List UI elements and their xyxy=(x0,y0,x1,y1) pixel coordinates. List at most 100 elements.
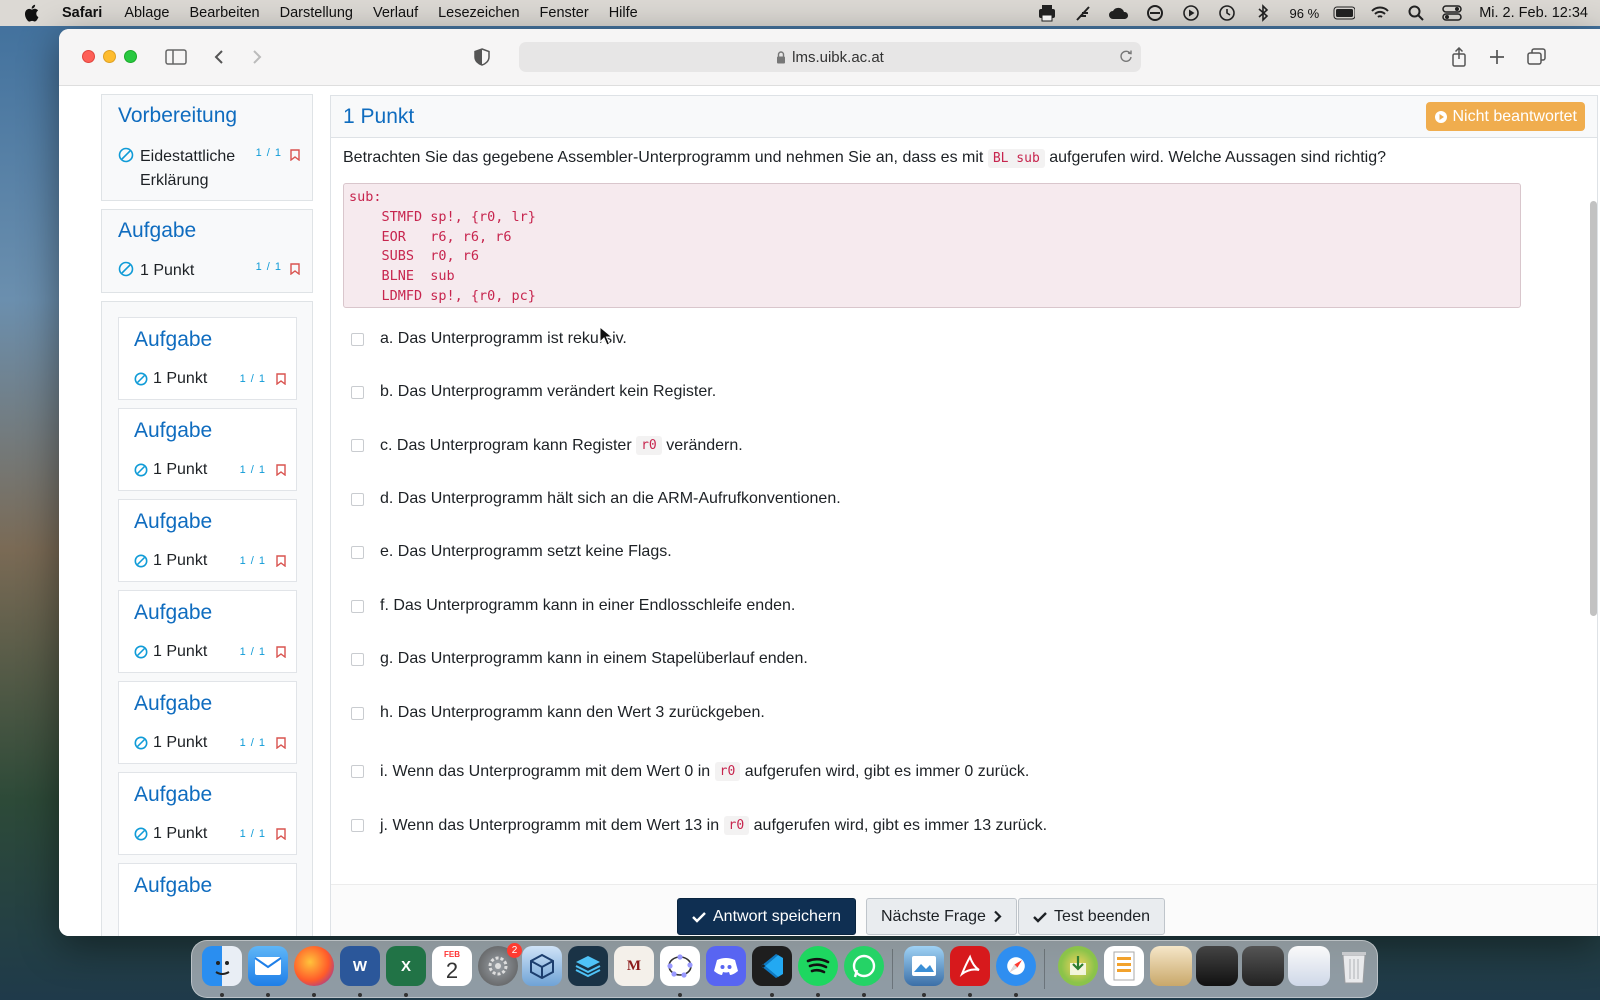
bluetooth-icon[interactable] xyxy=(1252,4,1274,22)
answer-checkbox[interactable] xyxy=(351,652,364,666)
answer-option-g[interactable]: g. Das Unterprogramm kann in einem Stape… xyxy=(351,650,808,668)
new-tab-icon[interactable] xyxy=(1484,45,1510,69)
preview-icon[interactable] xyxy=(904,946,944,986)
sidebar-item-current-question[interactable]: 1 Punkt 1 / 1 xyxy=(118,259,300,283)
question-nav-item[interactable]: Aufgabe 1 Punkt 1 / 1 xyxy=(118,681,297,764)
flag-icon[interactable] xyxy=(290,149,300,161)
menu-hilfe[interactable]: Hilfe xyxy=(609,5,638,21)
window-maximize-button[interactable] xyxy=(124,50,137,63)
window-minimize-button[interactable] xyxy=(103,50,116,63)
virtualbox-icon[interactable] xyxy=(522,946,562,986)
play-status-icon[interactable] xyxy=(1180,4,1202,22)
flag-icon[interactable] xyxy=(276,373,286,385)
answer-option-f[interactable]: f. Das Unterprogramm kann in einer Endlo… xyxy=(351,597,795,615)
menu-lesezeichen[interactable]: Lesezeichen xyxy=(438,5,519,21)
answer-option-b[interactable]: b. Das Unterprogramm verändert kein Regi… xyxy=(351,383,716,401)
answer-checkbox[interactable] xyxy=(351,492,364,506)
whatsapp-icon[interactable] xyxy=(844,946,884,986)
word-icon[interactable]: W xyxy=(340,946,380,986)
finder-icon[interactable] xyxy=(202,946,242,986)
minimized-window-thumbnail[interactable] xyxy=(1150,946,1192,986)
answer-option-i[interactable]: i. Wenn das Unterprogramm mit dem Wert 0… xyxy=(351,762,1029,781)
feather-status-icon[interactable] xyxy=(1072,4,1094,22)
answer-checkbox[interactable] xyxy=(351,599,364,613)
acrobat-icon[interactable] xyxy=(950,946,990,986)
flag-icon[interactable] xyxy=(276,828,286,840)
flag-icon[interactable] xyxy=(290,263,300,275)
vscode-icon[interactable] xyxy=(752,946,792,986)
window-close-button[interactable] xyxy=(82,50,95,63)
menu-clock[interactable]: Mi. 2. Feb. 12:34 xyxy=(1479,5,1588,21)
share-icon[interactable] xyxy=(1446,45,1472,69)
address-bar[interactable]: lms.uibk.ac.at xyxy=(519,42,1141,72)
minimized-window-thumbnail[interactable] xyxy=(1196,946,1238,986)
mail-icon[interactable] xyxy=(248,946,288,986)
answer-option-d[interactable]: d. Das Unterprogramm hält sich an die AR… xyxy=(351,490,841,508)
tab-overview-icon[interactable] xyxy=(1524,45,1550,69)
battery-icon[interactable] xyxy=(1333,4,1356,22)
forward-arrow-icon[interactable] xyxy=(244,45,270,69)
minimized-window-thumbnail[interactable] xyxy=(1242,946,1284,986)
question-nav-item[interactable]: Aufgabe xyxy=(118,863,297,936)
spotlight-search-icon[interactable] xyxy=(1405,4,1427,22)
answer-option-j[interactable]: j. Wenn das Unterprogramm mit dem Wert 1… xyxy=(351,816,1047,835)
question-nav-item[interactable]: Aufgabe 1 Punkt 1 / 1 xyxy=(118,772,297,855)
question-nav-item[interactable]: Aufgabe 1 Punkt 1 / 1 xyxy=(118,590,297,673)
finish-test-button[interactable]: Test beenden xyxy=(1018,898,1166,935)
excel-icon[interactable]: X xyxy=(386,946,426,986)
reload-icon[interactable] xyxy=(1119,49,1133,67)
menu-ablage[interactable]: Ablage xyxy=(124,5,169,21)
calendar-icon[interactable]: FEB 2 xyxy=(432,946,472,986)
sync-status-icon[interactable] xyxy=(1144,4,1166,22)
sidebar-item-declaration[interactable]: Eidestattliche Erklärung 1 / 1 xyxy=(118,145,300,193)
answer-checkbox[interactable] xyxy=(351,819,364,832)
question-nav-item[interactable]: Aufgabe 1 Punkt 1 / 1 xyxy=(118,317,297,400)
layers-app-icon[interactable] xyxy=(568,946,608,986)
document-stack-icon[interactable] xyxy=(1104,946,1144,986)
flag-icon[interactable] xyxy=(276,646,286,658)
control-center-icon[interactable] xyxy=(1441,4,1463,22)
answer-checkbox[interactable] xyxy=(351,706,364,720)
menu-darstellung[interactable]: Darstellung xyxy=(280,5,353,21)
cloud-icon[interactable] xyxy=(1108,4,1130,22)
downloads-folder-icon[interactable] xyxy=(1058,946,1098,986)
apple-icon[interactable] xyxy=(24,4,40,22)
back-arrow-icon[interactable] xyxy=(206,45,232,69)
maple-icon[interactable]: M xyxy=(614,946,654,986)
page-scrollbar[interactable] xyxy=(1590,201,1597,616)
minimized-window-thumbnail[interactable] xyxy=(1288,946,1330,986)
printer-status-icon[interactable] xyxy=(1036,4,1058,22)
flag-icon[interactable] xyxy=(276,737,286,749)
answer-option-e[interactable]: e. Das Unterprogramm setzt keine Flags. xyxy=(351,543,672,561)
question-nav-item[interactable]: Aufgabe 1 Punkt 1 / 1 xyxy=(118,499,297,582)
spotify-icon[interactable] xyxy=(798,946,838,986)
discord-icon[interactable] xyxy=(706,946,746,986)
answer-option-h[interactable]: h. Das Unterprogramm kann den Wert 3 zur… xyxy=(351,704,765,722)
answer-checkbox[interactable] xyxy=(351,332,364,346)
safari-icon[interactable] xyxy=(996,946,1036,986)
sidebar-section-title[interactable]: Vorbereitung xyxy=(118,104,237,128)
privacy-shield-icon[interactable] xyxy=(469,45,495,69)
next-question-button[interactable]: Nächste Frage xyxy=(866,898,1017,935)
trash-icon[interactable] xyxy=(1334,946,1374,986)
answer-option-c[interactable]: c. Das Unterprogram kann Register r0 ver… xyxy=(351,436,743,455)
wifi-icon[interactable] xyxy=(1369,4,1391,22)
time-machine-icon[interactable] xyxy=(1216,4,1238,22)
menu-bearbeiten[interactable]: Bearbeiten xyxy=(189,5,259,21)
flag-icon[interactable] xyxy=(276,464,286,476)
system-preferences-icon[interactable]: 2 xyxy=(478,943,522,986)
answer-checkbox[interactable] xyxy=(351,545,364,559)
answer-checkbox[interactable] xyxy=(351,765,364,778)
geogebra-icon[interactable] xyxy=(660,946,700,986)
sidebar-toggle-icon[interactable] xyxy=(163,45,189,69)
menu-app-name[interactable]: Safari xyxy=(62,5,102,21)
answer-checkbox[interactable] xyxy=(351,385,364,399)
answer-option-a[interactable]: a. Das Unterprogramm ist rekursiv. xyxy=(351,330,627,348)
sidebar-section-title[interactable]: Aufgabe xyxy=(118,219,196,243)
answer-checkbox[interactable] xyxy=(351,439,364,452)
menu-verlauf[interactable]: Verlauf xyxy=(373,5,418,21)
save-answer-button[interactable]: Antwort speichern xyxy=(677,898,857,935)
flag-icon[interactable] xyxy=(276,555,286,567)
firefox-icon[interactable] xyxy=(294,946,334,986)
question-nav-item[interactable]: Aufgabe 1 Punkt 1 / 1 xyxy=(118,408,297,491)
